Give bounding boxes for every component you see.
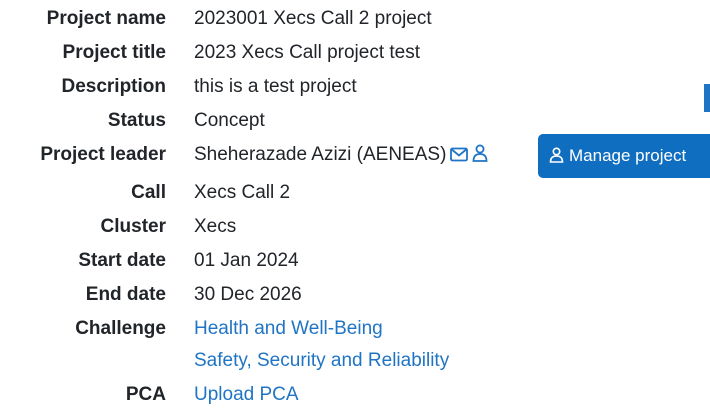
field-status: Status Concept (0, 104, 710, 138)
project-title-label: Project title (62, 42, 166, 63)
field-description: Description this is a test project (0, 70, 710, 104)
field-project-name: Project name 2023001 Xecs Call 2 project (0, 2, 710, 36)
project-leader-value-group: Sheherazade Azizi (AENEAS) (194, 138, 488, 174)
status-value: Concept (194, 110, 265, 131)
end-date-value: 30 Dec 2026 (194, 284, 302, 305)
description-label: Description (61, 76, 166, 97)
edge-accent-mark (704, 84, 710, 112)
challenge-link-health[interactable]: Health and Well-Being (194, 312, 383, 346)
field-project-title: Project title 2023 Xecs Call project tes… (0, 36, 710, 70)
challenge-link-safety[interactable]: Safety, Security and Reliability (194, 344, 449, 378)
project-leader-label: Project leader (40, 144, 166, 165)
field-call: Call Xecs Call 2 (0, 176, 710, 210)
field-challenge: Challenge Health and Well-Being (0, 312, 710, 346)
envelope-icon[interactable] (450, 140, 469, 174)
project-name-label: Project name (46, 8, 166, 29)
start-date-value: 01 Jan 2024 (194, 250, 299, 271)
field-start-date: Start date 01 Jan 2024 (0, 244, 710, 278)
challenge-label: Challenge (75, 318, 166, 339)
project-leader-name: Sheherazade Azizi (AENEAS) (194, 144, 447, 165)
user-icon (549, 136, 564, 178)
field-challenge-second: Safety, Security and Reliability (0, 344, 710, 378)
description-value: this is a test project (194, 76, 357, 97)
project-name-value: 2023001 Xecs Call 2 project (194, 8, 432, 29)
manage-project-button[interactable]: Manage project (538, 134, 710, 178)
field-cluster: Cluster Xecs (0, 210, 710, 244)
pca-label: PCA (125, 384, 166, 405)
manage-project-label: Manage project (569, 146, 687, 165)
project-title-value: 2023 Xecs Call project test (194, 42, 421, 63)
upload-pca-link[interactable]: Upload PCA (194, 378, 299, 412)
start-date-label: Start date (78, 250, 166, 271)
end-date-label: End date (85, 284, 166, 305)
user-icon[interactable] (472, 140, 488, 174)
cluster-value: Xecs (194, 216, 237, 237)
field-end-date: End date 30 Dec 2026 (0, 278, 710, 312)
cluster-label: Cluster (100, 216, 166, 237)
status-label: Status (107, 110, 166, 131)
field-pca: PCA Upload PCA (0, 378, 710, 412)
call-label: Call (131, 182, 166, 203)
call-value: Xecs Call 2 (194, 182, 291, 203)
